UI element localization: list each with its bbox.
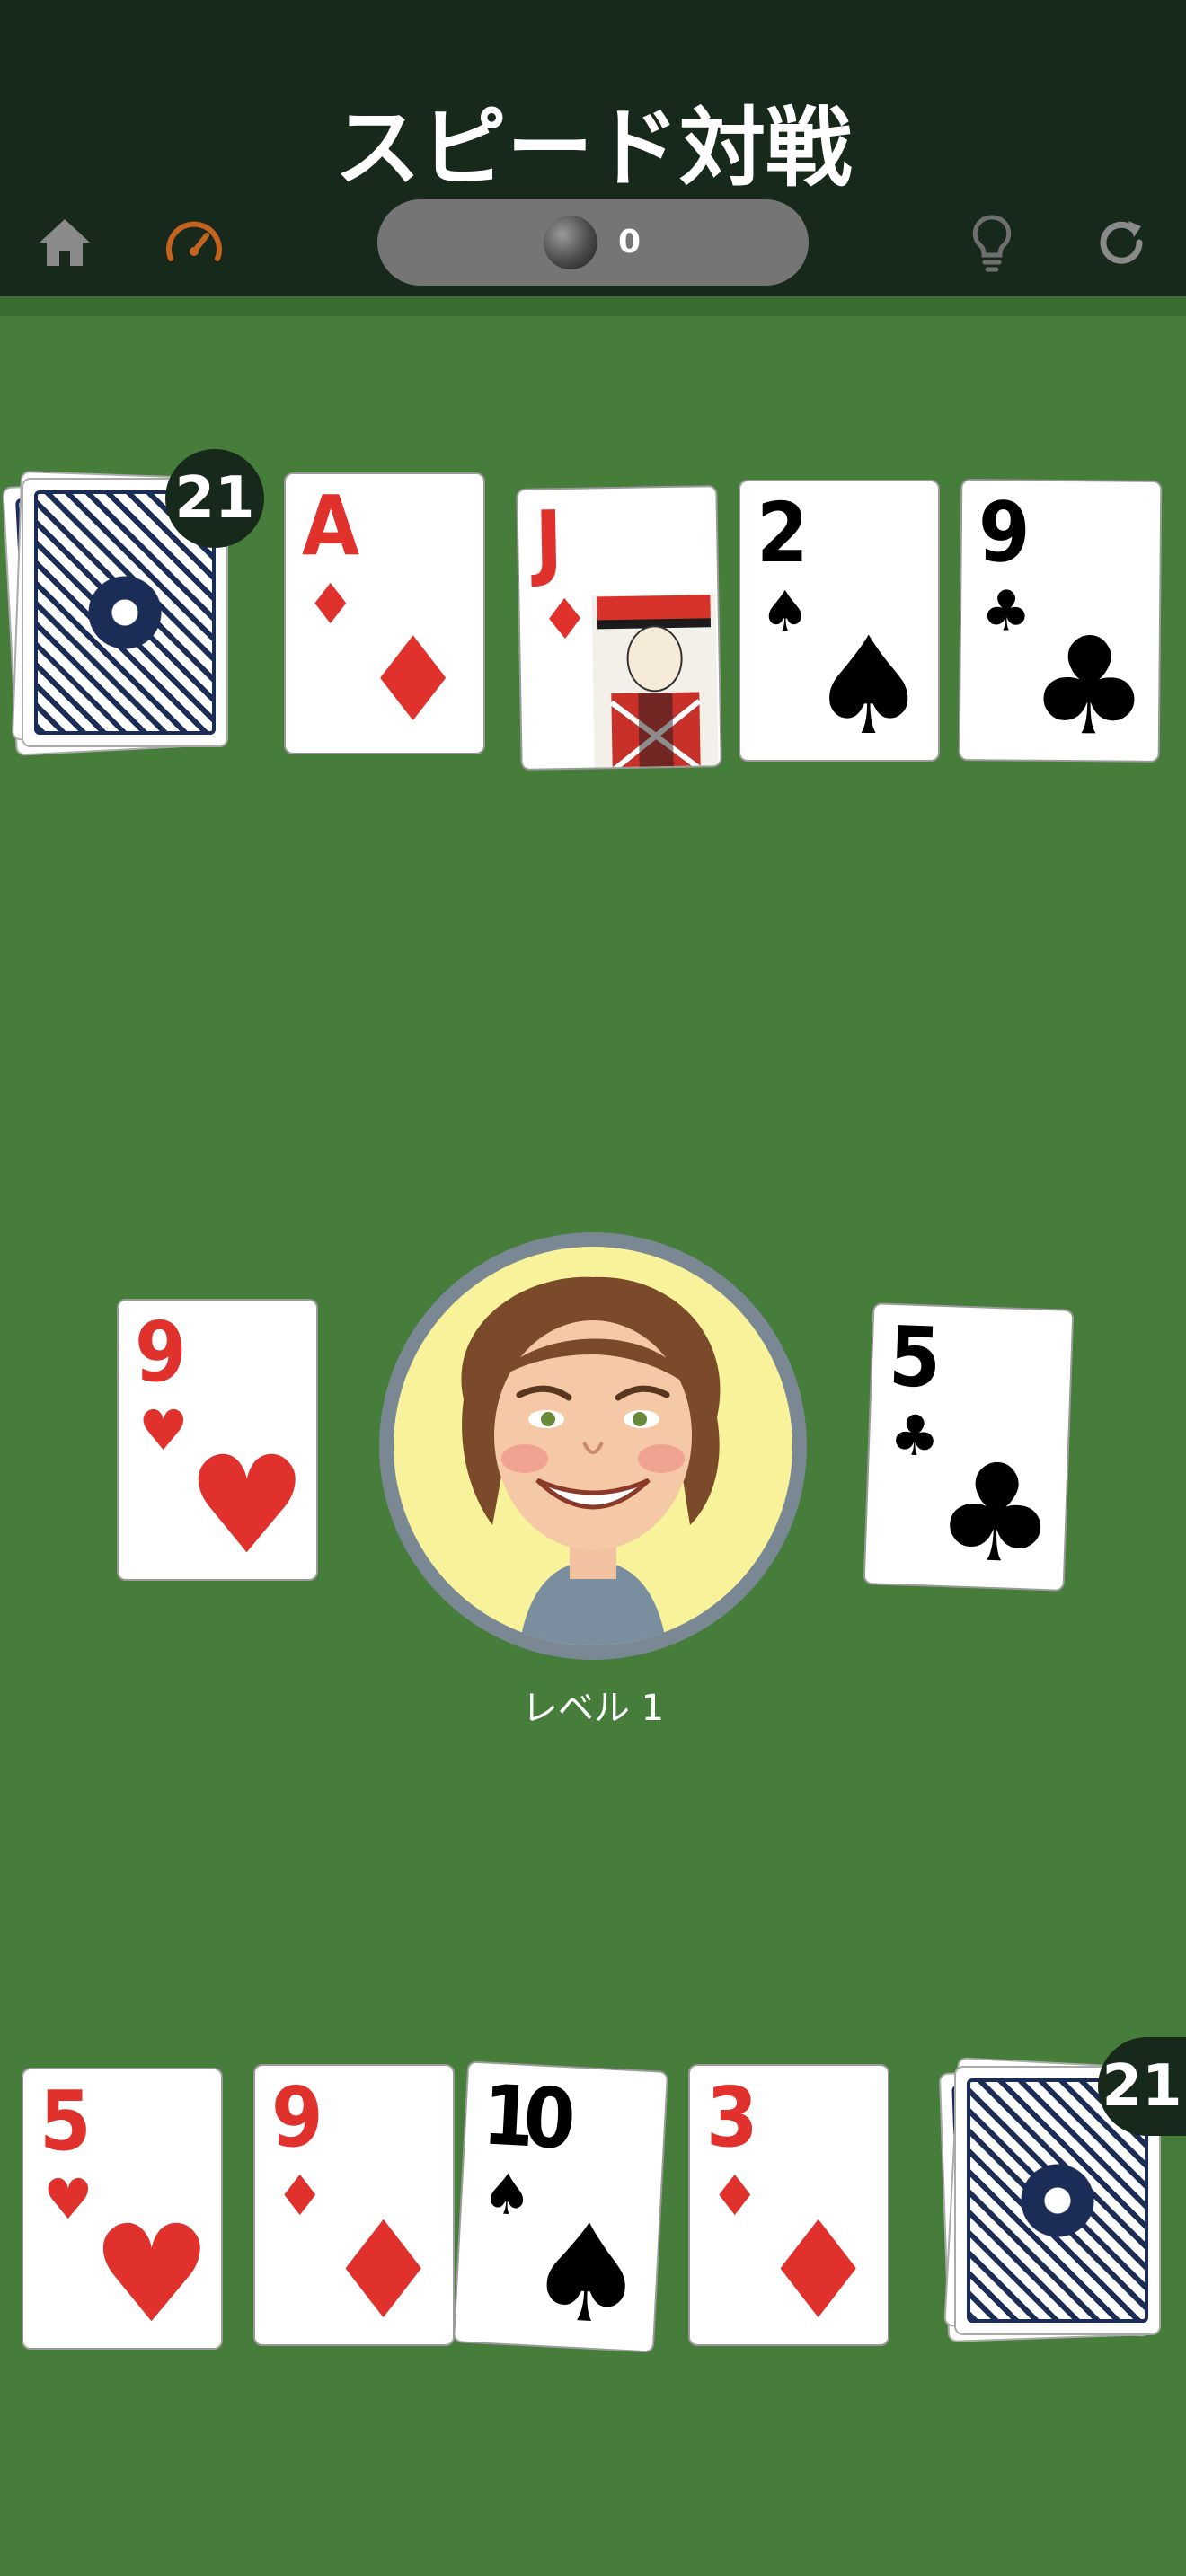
club-icon: ♣: [1028, 608, 1151, 763]
card-rank: A: [302, 478, 359, 574]
card-ace-mark: ♦: [360, 612, 465, 748]
player-card[interactable]: 10 ♠ ♠: [452, 2060, 669, 2353]
opponent-deck-count-badge: 21: [165, 449, 264, 548]
page-title: スピード対戦: [334, 98, 852, 198]
heart-icon: ♥: [138, 1398, 189, 1463]
card-rank: 9: [135, 1304, 187, 1400]
heart-icon: ♥: [91, 2197, 212, 2350]
heart-icon: ♥: [43, 2166, 93, 2232]
card-rank: 2: [757, 485, 809, 581]
diamond-icon: ♦: [305, 571, 356, 637]
diamond-icon: ♦: [275, 2163, 325, 2228]
spade-icon: ♠: [808, 609, 929, 762]
home-icon[interactable]: [29, 207, 101, 278]
diamond-icon: ♦: [539, 586, 591, 653]
card-rank: 9: [271, 2069, 323, 2166]
center-pile-right[interactable]: 5 ♣ ♣: [863, 1302, 1075, 1592]
card-rank: 9: [978, 484, 1027, 581]
club-icon: ♣: [980, 578, 1032, 644]
spade-icon: ♠: [480, 2160, 535, 2229]
player-card[interactable]: 3 ♦ ♦: [688, 2064, 890, 2346]
card-center-mark: ♦: [360, 622, 465, 738]
card-rank: 5: [40, 2073, 92, 2169]
restart-icon[interactable]: [1085, 207, 1157, 278]
header-divider: [0, 296, 1186, 316]
card-rank: J: [534, 493, 561, 590]
spade-icon: ♠: [760, 578, 810, 644]
coin-icon: [544, 216, 597, 269]
spade-icon: ♠: [522, 2193, 651, 2353]
opponent-card: J ♦: [516, 485, 722, 771]
center-pile-left[interactable]: 9 ♥ ♥: [117, 1299, 318, 1581]
club-icon: ♣: [932, 1434, 1059, 1592]
card-rank: 3: [706, 2069, 758, 2166]
player-card[interactable]: 9 ♦ ♦: [253, 2064, 455, 2346]
score-value: 0: [618, 224, 642, 260]
diamond-icon: ♦: [323, 2193, 444, 2346]
diamond-icon: ♦: [710, 2163, 760, 2228]
score-display: 0: [377, 199, 809, 286]
card-rank: 10: [480, 2067, 568, 2168]
heart-icon: ♥: [186, 1428, 307, 1581]
avatar-portrait: [461, 1276, 721, 1645]
speedometer-icon[interactable]: [158, 207, 230, 278]
lightbulb-icon[interactable]: [956, 207, 1028, 278]
opponent-avatar: [379, 1232, 807, 1660]
jack-face-illustration: [591, 593, 719, 771]
opponent-card: A ♦ ♦: [284, 472, 485, 754]
club-icon: ♣: [889, 1401, 942, 1469]
opponent-level-label: レベル 1: [521, 1688, 665, 1729]
diamond-icon: ♦: [757, 2193, 879, 2346]
player-card[interactable]: 5 ♥ ♥: [22, 2068, 223, 2350]
opponent-card: 9 ♣ ♣: [958, 479, 1163, 763]
card-rank: 5: [887, 1308, 939, 1407]
opponent-card: 2 ♠ ♠: [739, 480, 940, 762]
